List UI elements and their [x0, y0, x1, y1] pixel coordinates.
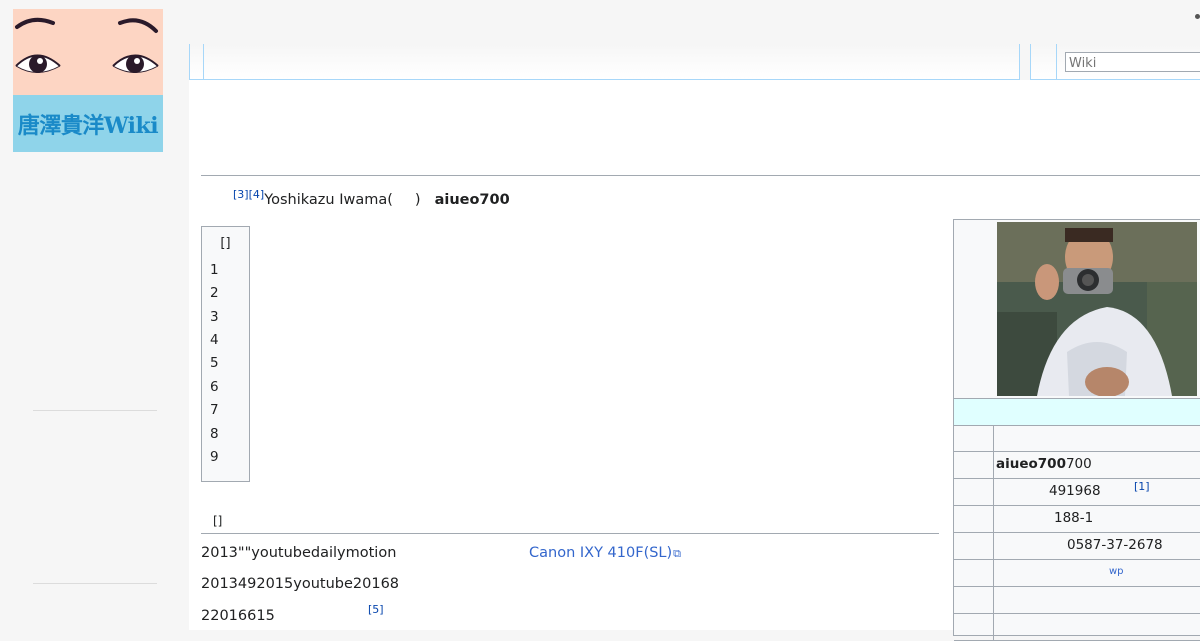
toc-item[interactable]: 6: [210, 379, 219, 395]
sidebar-divider: [33, 583, 157, 584]
lead-close-paren: ): [414, 192, 421, 208]
infobox-handle: aiueo700700: [996, 456, 1092, 472]
paragraph-line: 2013492015youtube20168: [201, 576, 400, 592]
section-heading[interactable]: []: [213, 514, 222, 528]
infobox-row: [954, 587, 1200, 614]
external-link-icon: ⧉: [673, 547, 682, 560]
toc-item[interactable]: 3: [210, 309, 219, 325]
user-menu-icon[interactable]: [1195, 14, 1200, 19]
reference-link[interactable]: [3]: [233, 188, 249, 201]
toc-item[interactable]: 4: [210, 332, 219, 348]
toc-item[interactable]: 2: [210, 285, 219, 301]
infobox-header-band: [954, 398, 1200, 426]
eyes-icon: [15, 17, 159, 73]
toc-title[interactable]: []: [202, 236, 249, 251]
toc-item[interactable]: 7: [210, 402, 219, 418]
lead-paragraph: [3][4]Yoshikazu Iwama() aiueo700: [201, 188, 510, 208]
logo-title: 唐澤貴洋Wiki: [17, 113, 159, 139]
camera-link-text[interactable]: Canon IXY 410F(SL): [529, 545, 672, 561]
sidebar-divider: [33, 410, 157, 411]
infobox-birth: 491968: [1049, 483, 1101, 499]
profile-photo[interactable]: [997, 222, 1197, 396]
search-input[interactable]: [1065, 52, 1200, 72]
infobox-address: 188-1: [1054, 510, 1094, 526]
section-divider: [201, 533, 939, 534]
infobox-row: [954, 560, 1200, 587]
reference-link[interactable]: [1]: [1134, 480, 1150, 493]
infobox-row: [954, 425, 1200, 452]
infobox-row: [954, 614, 1200, 641]
paragraph-line: 22016615: [201, 608, 275, 624]
wikipedia-link[interactable]: wp: [1109, 566, 1124, 577]
toc-item[interactable]: 1: [210, 262, 219, 278]
infobox: aiueo700700 491968 [1] 188-1 0587-37-267…: [953, 219, 1200, 641]
camera-external-link[interactable]: Canon IXY 410F(SL)⧉: [529, 545, 681, 561]
toc-item[interactable]: 8: [210, 426, 219, 442]
lead-handle: aiueo700: [434, 192, 510, 208]
page-tabs-bar: [189, 44, 1020, 80]
reference-link[interactable]: [5]: [368, 603, 384, 616]
title-underline: [201, 175, 1200, 176]
site-logo[interactable]: 唐澤貴洋Wiki: [13, 9, 163, 152]
reference-link[interactable]: [4]: [249, 188, 265, 201]
paragraph-line: 2013""youtubedailymotion: [201, 545, 397, 561]
lead-name: Yoshikazu Iwama(: [264, 192, 393, 208]
table-of-contents: [] 1 2 3 4 5 6 7 8 9: [201, 226, 250, 482]
infobox-phone: 0587-37-2678: [1067, 537, 1163, 553]
toc-item[interactable]: 9: [210, 449, 219, 465]
toc-item[interactable]: 5: [210, 355, 219, 371]
